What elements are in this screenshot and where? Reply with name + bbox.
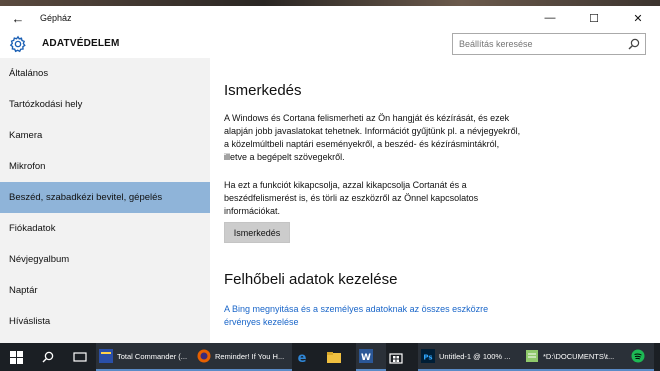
sidebar-item-nevjegyalbum[interactable]: Névjegyalbum xyxy=(0,244,210,275)
settings-window: ← Gépház — ☐ ✕ ADATVÉDELEM Általános Tar… xyxy=(0,6,660,343)
total-commander-icon xyxy=(99,349,113,363)
task-view-button[interactable] xyxy=(64,343,96,371)
taskbar-app-file-explorer[interactable] xyxy=(324,343,356,371)
sidebar-item-mikrofon[interactable]: Mikrofon xyxy=(0,151,210,182)
task-view-icon xyxy=(73,352,87,362)
search-icon xyxy=(42,351,54,363)
taskbar-app-label: Total Commander (... xyxy=(117,351,188,361)
edge-icon: e xyxy=(298,351,307,364)
notepad-icon xyxy=(526,350,538,362)
maximize-button[interactable]: ☐ xyxy=(572,6,616,30)
taskbar-app-total-commander[interactable]: Total Commander (... xyxy=(96,343,194,371)
bing-privacy-link[interactable]: A Bing megnyitása és a személyes adatokn… xyxy=(224,303,524,329)
section-title-cloud-data: Felhőbeli adatok kezelése xyxy=(224,271,398,288)
sidebar-item-kamera[interactable]: Kamera xyxy=(0,120,210,151)
search-icon[interactable] xyxy=(628,38,640,50)
window-title: Gépház xyxy=(40,13,72,23)
file-explorer-icon xyxy=(327,352,341,363)
sidebar-item-naptar[interactable]: Naptár xyxy=(0,275,210,306)
sidebar-item-altalanos[interactable]: Általános xyxy=(0,58,210,89)
main-content: Ismerkedés A Windows és Cortana felismer… xyxy=(210,58,660,343)
sidebar-item-beszed[interactable]: Beszéd, szabadkézi bevitel, gépelés xyxy=(0,182,210,213)
section-warning-text: Ha ezt a funkciót kikapcsolja, azzal kik… xyxy=(224,180,479,216)
page-header: ADATVÉDELEM xyxy=(0,30,660,58)
taskbar-app-edge[interactable]: e xyxy=(292,343,324,371)
settings-search-box[interactable] xyxy=(452,33,646,55)
sidebar-item-tartozkodasi-hely[interactable]: Tartózkodási hely xyxy=(0,89,210,120)
close-button[interactable]: ✕ xyxy=(616,6,660,30)
back-button[interactable]: ← xyxy=(0,6,36,30)
back-arrow-icon: ← xyxy=(11,10,25,26)
section-title-ismerkedes: Ismerkedés xyxy=(224,82,302,99)
minimize-button[interactable]: — xyxy=(528,6,572,30)
photoshop-icon: Ps xyxy=(421,349,435,363)
search-input[interactable] xyxy=(453,34,623,54)
taskbar: Total Commander (... Reminder! If You H.… xyxy=(0,343,660,371)
taskbar-app-label: Untitled-1 @ 100% ... xyxy=(439,351,511,361)
svg-text:e: e xyxy=(298,351,307,364)
taskbar-app-label: Reminder! If You H... xyxy=(215,351,285,361)
sidebar: Általános Tartózkodási hely Kamera Mikro… xyxy=(0,58,210,343)
ismerkedes-button[interactable]: Ismerkedés xyxy=(224,222,290,243)
taskbar-app-label: *D:\DOCUMENTS\t... xyxy=(543,351,615,361)
firefox-icon xyxy=(197,349,211,363)
close-icon: ✕ xyxy=(633,12,643,25)
section-description: A Windows és Cortana felismerheti az Ön … xyxy=(224,113,521,162)
sidebar-item-fiokadatok[interactable]: Fiókadatok xyxy=(0,213,210,244)
sidebar-item-hivaslista[interactable]: Híváslista xyxy=(0,306,210,337)
spotify-icon xyxy=(631,349,645,363)
maximize-icon: ☐ xyxy=(589,12,599,25)
minimize-icon: — xyxy=(544,12,556,24)
taskbar-search-button[interactable] xyxy=(32,343,64,371)
gear-icon xyxy=(9,35,26,53)
store-icon xyxy=(389,353,403,364)
word-icon: W xyxy=(359,349,373,363)
start-button[interactable] xyxy=(0,343,32,371)
taskbar-app-word[interactable]: W xyxy=(356,343,386,371)
title-bar: ← Gépház — ☐ ✕ xyxy=(0,6,660,30)
taskbar-app-firefox[interactable]: Reminder! If You H... xyxy=(194,343,292,371)
svg-text:Ps: Ps xyxy=(423,354,432,362)
page-title: ADATVÉDELEM xyxy=(42,38,120,49)
taskbar-app-notepad[interactable]: *D:\DOCUMENTS\t... xyxy=(522,343,628,371)
taskbar-app-store[interactable] xyxy=(386,343,418,371)
svg-text:W: W xyxy=(361,353,371,363)
taskbar-app-spotify[interactable] xyxy=(628,343,654,371)
taskbar-app-photoshop[interactable]: Ps Untitled-1 @ 100% ... xyxy=(418,343,522,371)
window-controls: — ☐ ✕ xyxy=(528,6,660,30)
windows-logo-icon xyxy=(9,350,23,364)
